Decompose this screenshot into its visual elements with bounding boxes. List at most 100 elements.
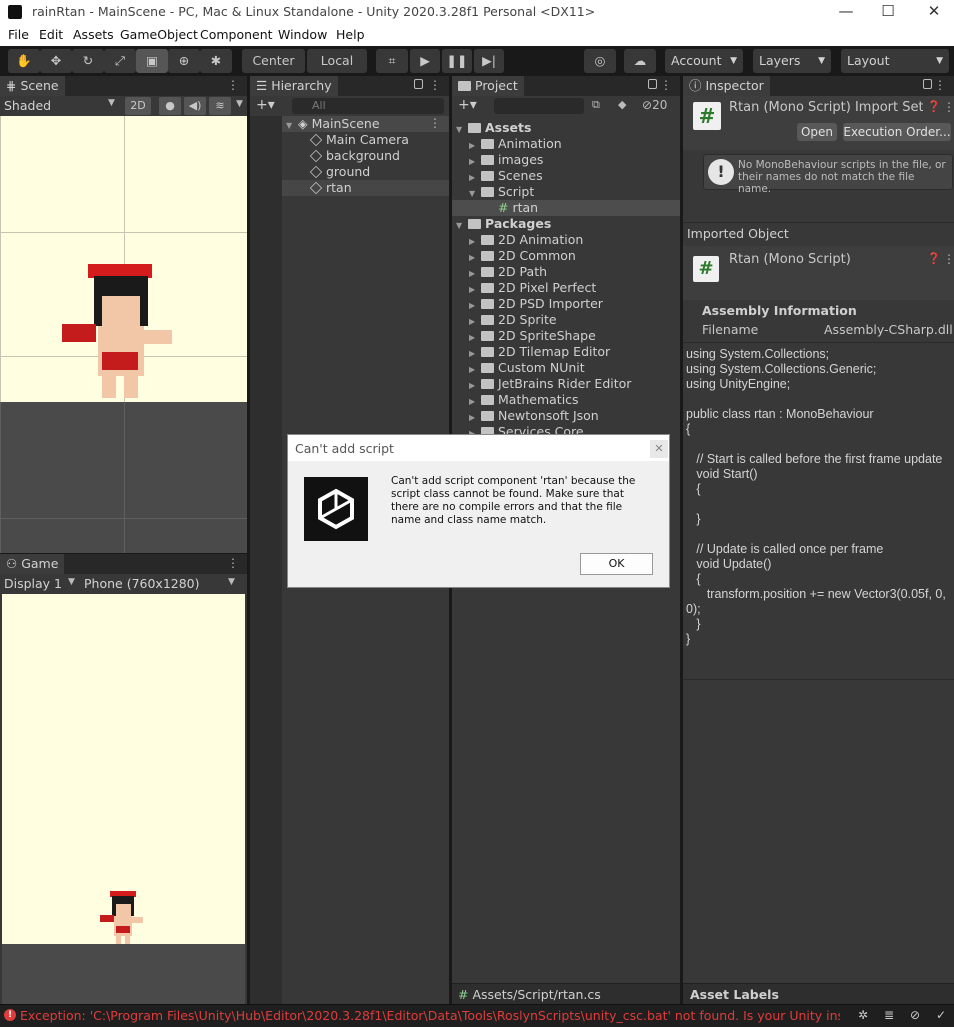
pivot-center-button[interactable]: Center [242,49,305,73]
audio-icon[interactable]: ◀) [184,97,206,115]
list-item[interactable]: ▶ Custom NUnit [469,360,585,376]
expand-arrow-icon[interactable]: ▼ [286,118,298,134]
pivot-local-button[interactable]: Local [307,49,367,73]
tab-scene[interactable]: ⋕ Scene [0,76,65,96]
play-button[interactable]: ▶ [410,49,440,73]
package-label: 2D SpriteShape [498,328,596,343]
list-item-selected[interactable]: rtan [309,180,352,196]
layers-dropdown[interactable]: Layers ▼ [753,49,831,73]
resolution-dropdown[interactable]: Phone (760x1280) [84,576,200,591]
menu-gameobject[interactable]: GameObject [120,27,198,42]
more-icon[interactable]: ⋮ [943,100,954,114]
step-button[interactable]: ▶| [474,49,504,73]
scale-tool-icon[interactable]: ⤢ [104,49,136,73]
script-file-item[interactable]: # rtan [498,200,538,216]
account-dropdown[interactable]: Account ▼ [665,49,743,73]
list-item[interactable]: background [309,148,400,164]
menu-edit[interactable]: Edit [39,27,63,42]
rect-tool-icon[interactable]: ▣ [136,49,168,73]
rotate-tool-icon[interactable]: ↻ [72,49,104,73]
lock-icon[interactable] [923,79,932,89]
debug-bug-icon[interactable]: ✲ [858,1008,868,1022]
progress-check-icon[interactable]: ✓ [936,1008,946,1022]
cloud-icon[interactable]: ☁ [624,49,656,73]
list-item[interactable]: Main Camera [309,132,409,148]
list-item[interactable]: ▶ Scenes [469,168,543,184]
pause-button[interactable]: ❚❚ [442,49,472,73]
help-icon[interactable]: ❓ [927,100,941,113]
auto-generate-icon[interactable]: ⊘ [910,1008,920,1022]
open-button[interactable]: Open [797,123,837,141]
menu-help[interactable]: Help [336,27,365,42]
list-item[interactable]: ▶ 2D Pixel Perfect [469,280,596,296]
hand-tool-icon[interactable]: ✋ [8,49,40,73]
more-icon[interactable]: ⋮ [660,78,672,92]
error-message[interactable]: Exception: 'C:\Program Files\Unity\Hub\E… [20,1008,840,1023]
packages-root[interactable]: ▼ Packages [456,216,551,232]
layers-stack-icon[interactable]: ≣ [884,1008,894,1022]
shading-dropdown[interactable]: Shaded [4,98,51,113]
list-item[interactable]: ▼ Script [469,184,534,200]
filter-type-icon[interactable]: ⧉ [592,98,600,112]
list-item[interactable]: ▶ 2D PSD Importer [469,296,603,312]
minimize-button[interactable]: — [826,1,866,23]
effects-icon[interactable]: ≋ [209,97,231,115]
menu-component[interactable]: Component [200,27,273,42]
custom-tool-icon[interactable]: ✱ [200,49,232,73]
move-tool-icon[interactable]: ✥ [40,49,72,73]
rtan-character-sprite[interactable] [58,260,182,402]
list-item[interactable]: ▶ 2D Path [469,264,547,280]
lighting-icon[interactable]: ● [159,97,181,115]
more-icon[interactable]: ⋮ [227,556,239,570]
menu-assets[interactable]: Assets [73,27,114,42]
list-item[interactable]: ▶ Animation [469,136,562,152]
ok-button[interactable]: OK [580,553,653,575]
maximize-button[interactable]: ☐ [868,1,908,23]
list-item[interactable]: ▶ 2D Tilemap Editor [469,344,610,360]
list-item[interactable]: ▶ JetBrains Rider Editor [469,376,631,392]
tab-inspector[interactable]: ⓘ Inspector [683,76,770,96]
list-item[interactable]: ▶ Newtonsoft Json [469,408,599,424]
more-icon[interactable]: ⋮ [429,78,441,92]
hierarchy-search-input[interactable]: All [292,98,444,114]
list-item[interactable]: ▶ 2D Common [469,248,576,264]
scene-more-icon[interactable]: ⋮ [429,116,441,130]
project-search-input[interactable] [494,98,584,114]
transform-tool-icon[interactable]: ⊕ [168,49,200,73]
display-dropdown[interactable]: Display 1 [4,576,62,591]
close-window-button[interactable]: ✕ [914,1,954,23]
more-icon[interactable]: ⋮ [943,252,954,266]
2d-toggle[interactable]: 2D [125,97,151,115]
tab-hierarchy[interactable]: ☰ Hierarchy [250,76,338,96]
more-icon[interactable]: ⋮ [934,78,946,92]
lock-icon[interactable] [414,79,423,89]
list-item[interactable]: ▶ 2D SpriteShape [469,328,596,344]
list-item[interactable]: ground [309,164,370,180]
tab-project[interactable]: Project [452,76,524,96]
execution-order-button[interactable]: Execution Order... [843,123,951,141]
tab-game[interactable]: ⚇ Game [0,554,65,574]
label-filter-icon[interactable]: ◆ [618,98,626,111]
assets-root[interactable]: ▼ Assets [456,120,531,136]
grid-snap-icon[interactable]: ⌗ [376,49,408,73]
scene-row[interactable]: ▼ ◈ MainScene [286,116,380,132]
list-item[interactable]: ▶ Services Core [469,424,584,434]
collab-icon[interactable]: ◎ [584,49,616,73]
expand-arrow-icon[interactable]: ▶ [469,426,481,434]
lock-icon[interactable] [648,79,657,89]
expand-arrow-icon[interactable]: ▼ [456,122,468,138]
menu-window[interactable]: Window [278,27,327,42]
dialog-close-button[interactable]: ✕ [650,440,668,458]
add-icon[interactable]: +▾ [458,97,477,113]
hidden-count[interactable]: ⊘20 [642,98,667,112]
layout-dropdown[interactable]: Layout ▼ [841,49,949,73]
more-icon[interactable]: ⋮ [227,78,239,92]
list-item[interactable]: ▶ 2D Sprite [469,312,557,328]
list-item[interactable]: ▶ images [469,152,543,168]
list-item[interactable]: ▶ 2D Animation [469,232,583,248]
menu-file[interactable]: File [8,27,29,42]
help-icon[interactable]: ❓ [927,252,941,265]
add-icon[interactable]: +▾ [256,97,275,113]
expand-arrow-icon[interactable]: ▼ [456,218,468,234]
list-item[interactable]: ▶ Mathematics [469,392,579,408]
